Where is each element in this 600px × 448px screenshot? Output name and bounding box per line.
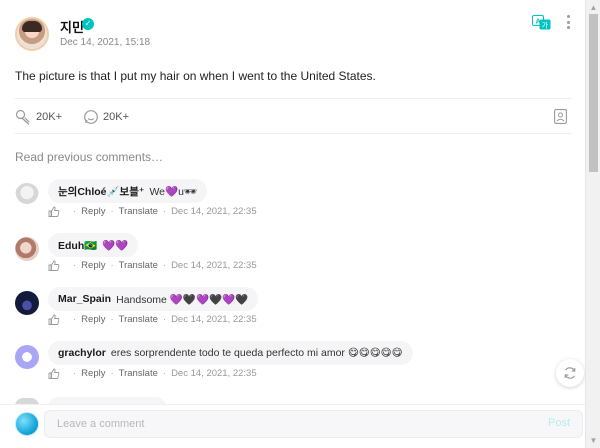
scrollbar[interactable]: ▲ ▼ (585, 0, 600, 448)
comment-bubble: Mar_Spain Handsome 💜🖤💜🖤💜🖤 (48, 287, 259, 311)
post-date: Dec 14, 2021, 15:18 (60, 37, 151, 48)
comment-date: Dec 14, 2021, 22:35 (171, 206, 257, 217)
thumb-up-icon[interactable] (48, 260, 60, 271)
more-options-icon[interactable] (562, 13, 574, 31)
comment-actions: · Reply · Translate · Dec 14, 2021, 22:3… (48, 206, 257, 217)
divider (15, 98, 571, 99)
comment-item: 눈의Chloé💉보블⁺ We💜u🕶 · Reply · Translate · … (15, 179, 575, 233)
translate-icon[interactable]: A 가 (532, 15, 551, 30)
scroll-up-arrow-icon[interactable]: ▲ (586, 0, 600, 15)
reply-button[interactable]: Reply (81, 314, 105, 325)
post-body: The picture is that I put my hair on whe… (15, 69, 376, 83)
comment-text: eres sorprendente todo te queda perfecto… (110, 347, 403, 359)
commenter-avatar[interactable] (15, 183, 39, 207)
comment-input[interactable] (44, 410, 583, 438)
comment-actions: · Reply · Translate · Dec 14, 2021, 22:3… (48, 368, 257, 379)
svg-text:가: 가 (542, 21, 549, 30)
comment-text: Handsome 💜🖤💜🖤💜🖤 (116, 293, 249, 306)
translate-button[interactable]: Translate (119, 368, 158, 379)
comment-bubble: grachylor eres sorprendente todo te qued… (48, 341, 413, 365)
scroll-down-arrow-icon[interactable]: ▼ (586, 433, 600, 448)
commenter-name[interactable]: grachylor (58, 347, 106, 359)
like-icon[interactable] (15, 109, 31, 125)
refresh-button[interactable] (556, 359, 584, 387)
thumb-up-icon[interactable] (48, 368, 60, 379)
author-avatar[interactable] (15, 17, 49, 51)
comment-date: Dec 14, 2021, 22:35 (171, 260, 257, 271)
translate-button[interactable]: Translate (119, 206, 158, 217)
post-detail-view: 지민 ✓ Dec 14, 2021, 15:18 A 가 The picture… (0, 0, 600, 448)
comment-item: grachylor eres sorprendente todo te qued… (15, 341, 575, 395)
comment-count[interactable]: 20K+ (103, 111, 129, 123)
scrollbar-thumb[interactable] (589, 14, 598, 172)
commenter-name[interactable]: Mar_Spain (58, 293, 111, 305)
like-count[interactable]: 20K+ (36, 111, 62, 123)
comment-bubble: Eduh🇧🇷 💜💜 (48, 233, 139, 257)
reply-button[interactable]: Reply (81, 206, 105, 217)
thumb-up-icon[interactable] (48, 314, 60, 325)
commenter-name[interactable]: 눈의Chloé💉보블⁺ (58, 184, 144, 199)
refresh-icon (564, 367, 576, 379)
verified-icon: ✓ (82, 18, 94, 30)
commenter-name[interactable]: Eduh🇧🇷 (58, 239, 97, 252)
read-previous-comments-link[interactable]: Read previous comments… (15, 150, 163, 164)
comment-text: 💜💜 (102, 239, 129, 252)
bookmark-icon[interactable] (554, 109, 567, 124)
comment-date: Dec 14, 2021, 22:35 (171, 314, 257, 325)
commenter-avatar[interactable] (15, 237, 39, 261)
translate-button[interactable]: Translate (119, 260, 158, 271)
divider (15, 133, 571, 134)
comment-actions: · Reply · Translate · Dec 14, 2021, 22:3… (48, 260, 257, 271)
thumb-up-icon[interactable] (48, 206, 60, 217)
comment-bubble: 눈의Chloé💉보블⁺ We💜u🕶 (48, 179, 208, 203)
my-avatar (15, 412, 39, 436)
author-name[interactable]: 지민 (60, 17, 84, 36)
translate-button[interactable]: Translate (119, 314, 158, 325)
comment-date: Dec 14, 2021, 22:35 (171, 368, 257, 379)
reply-button[interactable]: Reply (81, 368, 105, 379)
commenter-avatar[interactable] (15, 345, 39, 369)
comment-item: Mar_Spain Handsome 💜🖤💜🖤💜🖤 · Reply · Tran… (15, 287, 575, 341)
commenter-avatar[interactable] (15, 291, 39, 315)
comment-item: Eduh🇧🇷 💜💜 · Reply · Translate · Dec 14, … (15, 233, 575, 287)
comment-text: We💜u🕶 (149, 185, 198, 198)
comment-composer: Post (0, 404, 585, 448)
post-button[interactable]: Post (548, 417, 570, 429)
comment-actions: · Reply · Translate · Dec 14, 2021, 22:3… (48, 314, 257, 325)
reply-button[interactable]: Reply (81, 260, 105, 271)
comment-icon[interactable] (83, 109, 99, 125)
